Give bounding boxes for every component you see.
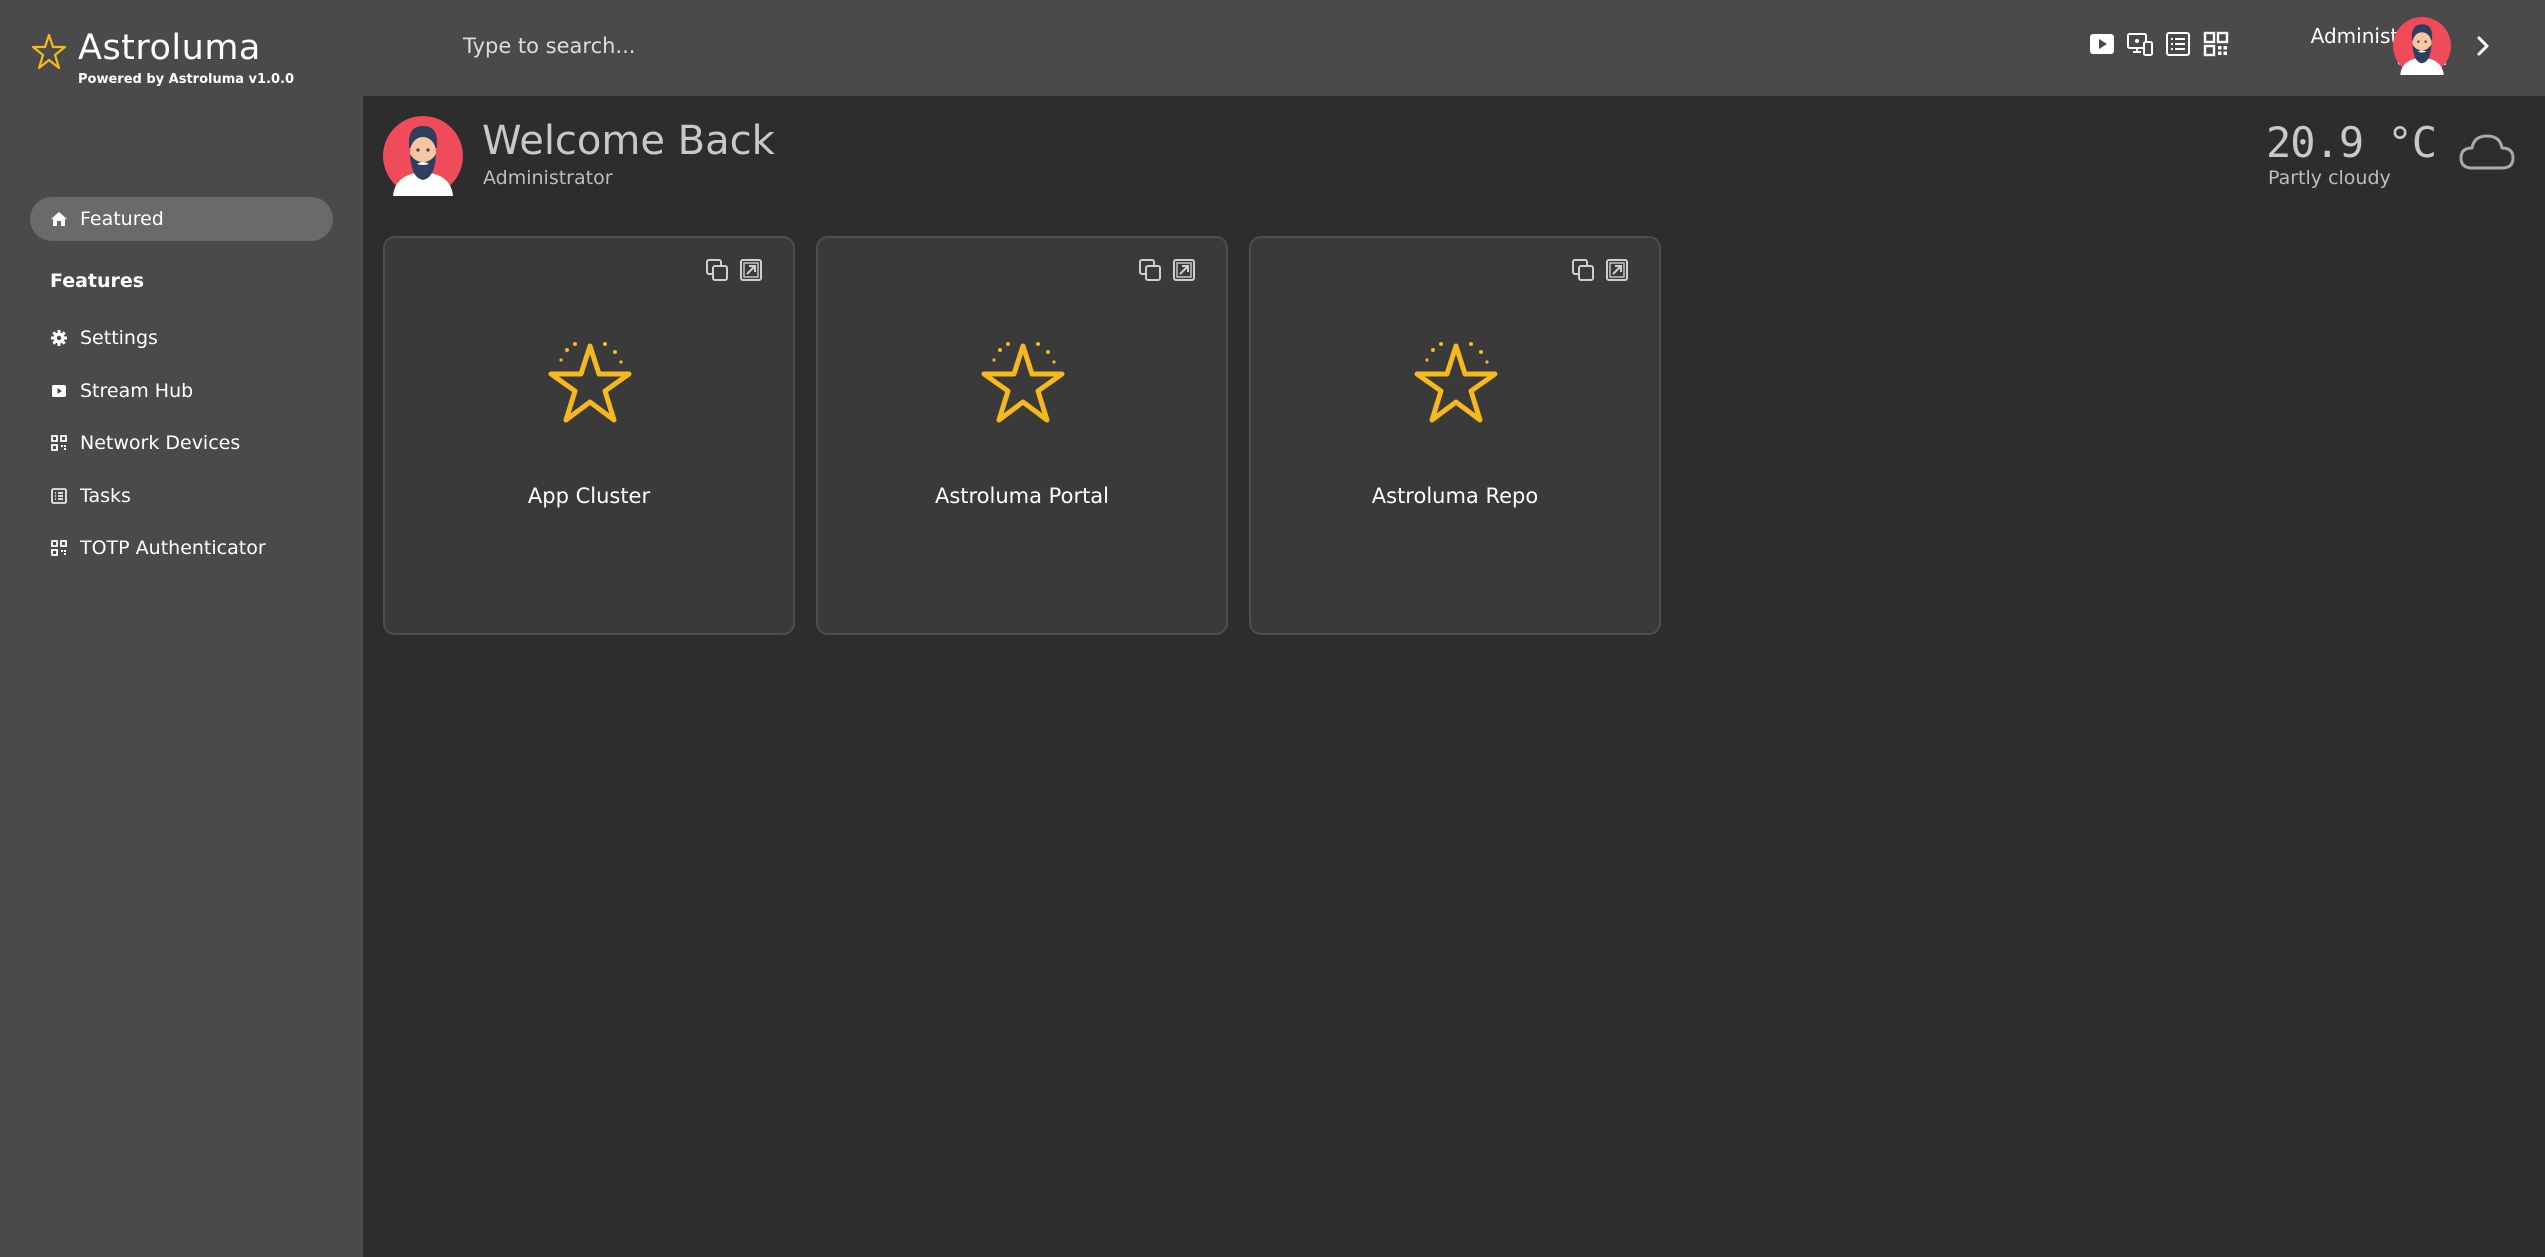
- app-card[interactable]: App Cluster: [383, 236, 795, 635]
- sidebar-item-label: TOTP Authenticator: [80, 537, 266, 559]
- star-icon: [981, 342, 1065, 423]
- avatar: [383, 116, 463, 196]
- sidebar-item-stream-hub[interactable]: Stream Hub: [50, 376, 193, 406]
- list-icon[interactable]: [2164, 30, 2192, 58]
- sidebar-item-label: Stream Hub: [80, 380, 194, 402]
- sidebar-item-settings[interactable]: Settings: [50, 323, 158, 353]
- sidebar-item-network-devices[interactable]: Network Devices: [50, 428, 240, 458]
- avatar[interactable]: [2393, 17, 2451, 75]
- home-icon: [51, 212, 67, 226]
- card-title: Astroluma Repo: [1371, 484, 1539, 508]
- qr-grid-icon[interactable]: [2202, 30, 2230, 58]
- sidebar: Astroluma Powered by Astroluma v1.0.0 Fe…: [0, 0, 363, 1257]
- play-icon[interactable]: [2088, 30, 2116, 58]
- open-external-icon[interactable]: [1172, 258, 1196, 282]
- star-icon: [548, 342, 632, 423]
- sidebar-item-label: Settings: [80, 327, 158, 349]
- star-logo-icon: [32, 33, 66, 70]
- copy-icon[interactable]: [1138, 258, 1162, 282]
- sidebar-item-label: Featured: [80, 208, 164, 230]
- qr-grid-icon: [51, 540, 67, 556]
- open-external-icon[interactable]: [739, 258, 763, 282]
- chevron-right-icon[interactable]: [2473, 34, 2493, 58]
- welcome-subtitle: Administrator: [483, 167, 613, 189]
- search-input[interactable]: [463, 28, 1163, 64]
- brand-name: Astroluma: [78, 28, 261, 68]
- sidebar-item-totp-authenticator[interactable]: TOTP Authenticator: [50, 533, 266, 563]
- copy-icon[interactable]: [1571, 258, 1595, 282]
- cloud-icon: [2459, 134, 2515, 170]
- copy-icon[interactable]: [705, 258, 729, 282]
- brand[interactable]: Astroluma Powered by Astroluma v1.0.0: [32, 28, 294, 87]
- device-icon[interactable]: [2126, 30, 2154, 58]
- weather-temperature: 20.9 °C: [2266, 118, 2437, 167]
- gear-icon: [51, 330, 67, 346]
- star-icon: [1414, 342, 1498, 423]
- qr-grid-icon: [51, 435, 67, 451]
- card-title: App Cluster: [527, 484, 651, 508]
- sidebar-item-tasks[interactable]: Tasks: [50, 481, 131, 511]
- open-external-icon[interactable]: [1605, 258, 1629, 282]
- sidebar-item-label: Tasks: [80, 485, 131, 507]
- weather-description: Partly cloudy: [2268, 167, 2391, 189]
- sidebar-item-label: Network Devices: [80, 432, 241, 454]
- card-title: Astroluma Portal: [934, 484, 1110, 508]
- app-card[interactable]: Astroluma Portal: [816, 236, 1228, 635]
- app-card[interactable]: Astroluma Repo: [1249, 236, 1661, 635]
- play-icon: [52, 385, 66, 397]
- page-title: Welcome Back: [482, 118, 775, 164]
- brand-subtitle: Powered by Astroluma v1.0.0: [78, 72, 295, 87]
- header-icons: [2088, 30, 2230, 58]
- list-icon: [51, 488, 67, 504]
- top-bar: Administrator admin: [363, 0, 2545, 96]
- sidebar-item-featured[interactable]: Featured: [30, 197, 333, 241]
- sidebar-section-features: Features: [50, 270, 145, 292]
